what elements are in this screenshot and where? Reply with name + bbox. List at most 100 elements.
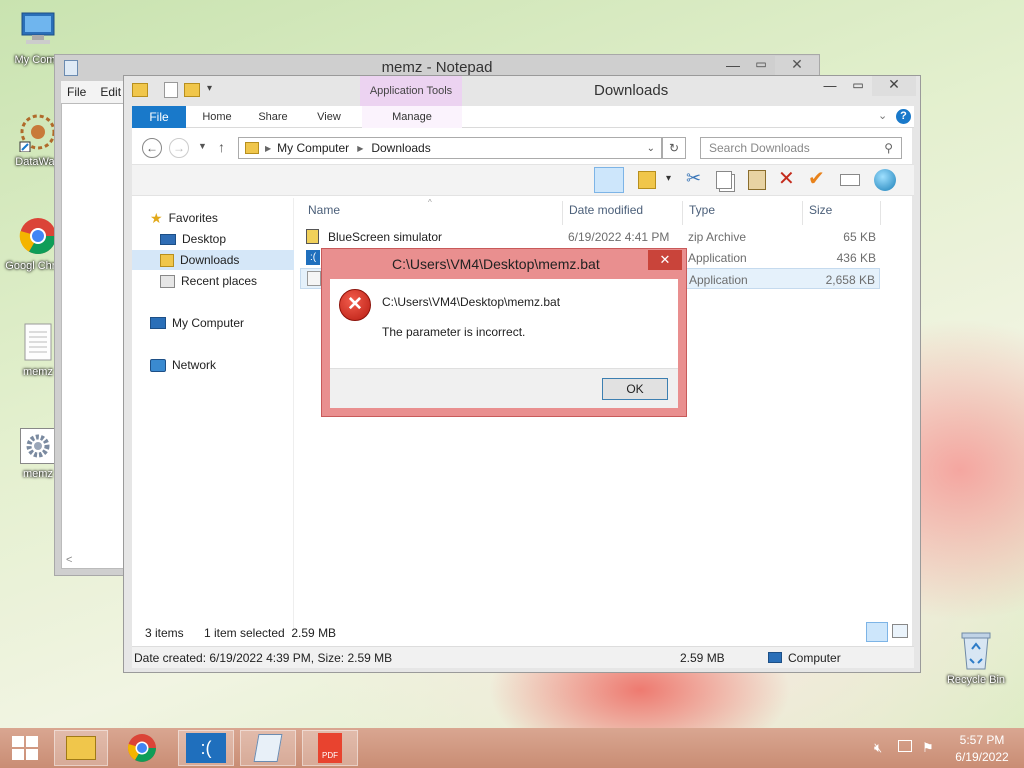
desktop-icon-recycle-bin[interactable]: Recycle Bin bbox=[938, 630, 1014, 686]
paste-icon[interactable] bbox=[748, 170, 766, 190]
nav-favorites[interactable]: ★ Favorites bbox=[150, 208, 218, 228]
nav-label: Network bbox=[172, 358, 217, 372]
datawag-icon bbox=[18, 112, 58, 152]
text-file-icon bbox=[18, 322, 58, 362]
tab-share[interactable]: Share bbox=[248, 106, 298, 128]
file-type: Application bbox=[688, 251, 747, 265]
tab-home[interactable]: Home bbox=[192, 106, 242, 128]
notepad-maximize-button[interactable]: ▭ bbox=[749, 57, 773, 75]
file-size: 436 KB bbox=[836, 251, 876, 265]
explorer-titlebar[interactable]: ▾ Application Tools Downloads — ▭ ✕ bbox=[124, 76, 920, 106]
address-dropdown-icon[interactable]: ⌄ bbox=[647, 143, 655, 154]
details-size: 2.59 MB bbox=[680, 651, 725, 665]
explorer-close-button[interactable]: ✕ bbox=[872, 76, 916, 96]
start-button[interactable] bbox=[0, 730, 50, 766]
dialog-body: ✕ C:\Users\VM4\Desktop\memz.bat The para… bbox=[330, 279, 678, 408]
copy-icon[interactable] bbox=[716, 171, 732, 189]
address-bar[interactable]: ▶ My Computer ▶ Downloads ⌄ bbox=[238, 137, 662, 159]
nav-my-computer[interactable]: My Computer bbox=[150, 313, 244, 333]
quick-access-new-folder-icon[interactable] bbox=[184, 83, 200, 97]
taskbar-notepad[interactable] bbox=[240, 730, 296, 766]
computer-icon bbox=[18, 10, 58, 50]
desktop-folder-icon bbox=[160, 233, 176, 245]
status-selection: 1 item selected 2.59 MB bbox=[204, 626, 337, 640]
column-header-type[interactable]: Type bbox=[689, 203, 715, 217]
taskbar-bluescreen[interactable]: :( bbox=[178, 730, 234, 766]
refresh-button[interactable]: ↻ bbox=[662, 137, 686, 159]
dialog-close-button[interactable]: ✕ bbox=[648, 250, 682, 270]
breadcrumb-separator-icon: ▶ bbox=[357, 143, 364, 153]
taskbar-file-explorer[interactable] bbox=[54, 730, 108, 766]
file-type: zip Archive bbox=[688, 230, 747, 244]
clock-date[interactable]: 6/19/2022 bbox=[950, 750, 1014, 764]
details-view-button[interactable] bbox=[866, 622, 888, 642]
column-header-size[interactable]: Size bbox=[809, 203, 832, 217]
error-dialog[interactable]: C:\Users\VM4\Desktop\memz.bat ✕ ✕ C:\Use… bbox=[321, 248, 687, 417]
notepad-minimize-button[interactable]: — bbox=[721, 57, 745, 75]
recent-locations-dropdown-icon[interactable]: ▼ bbox=[198, 141, 207, 151]
column-header-date-modified[interactable]: Date modified bbox=[569, 203, 643, 217]
delete-icon[interactable]: ✕ bbox=[778, 166, 795, 191]
column-divider bbox=[562, 201, 563, 225]
clock-time[interactable]: 5:57 PM bbox=[958, 733, 1006, 747]
dialog-title: C:\Users\VM4\Desktop\memz.bat bbox=[392, 256, 600, 272]
nav-network[interactable]: Network bbox=[150, 355, 216, 375]
nav-recent-places[interactable]: Recent places bbox=[160, 271, 257, 291]
notepad-menu-edit[interactable]: Edit bbox=[100, 85, 121, 99]
action-center-flag-icon[interactable]: ⚑ bbox=[922, 740, 934, 756]
quick-access-properties-icon[interactable] bbox=[164, 82, 178, 98]
taskbar-pdf[interactable]: PDF bbox=[302, 730, 358, 766]
network-tray-icon[interactable] bbox=[898, 740, 912, 752]
status-item-count: 3 items bbox=[145, 626, 184, 640]
folder-icon bbox=[66, 736, 96, 760]
large-icons-view-button[interactable] bbox=[892, 624, 908, 638]
gear-file-icon bbox=[20, 428, 56, 464]
ribbon-expand-icon[interactable]: ⌄ bbox=[878, 109, 887, 122]
sort-arrow-icon: ^ bbox=[428, 198, 432, 207]
forward-button[interactable]: → bbox=[169, 138, 189, 158]
back-button[interactable]: ← bbox=[142, 138, 162, 158]
explorer-minimize-button[interactable]: — bbox=[818, 78, 842, 98]
details-created: Date created: 6/19/2022 4:39 PM, Size: 2… bbox=[134, 651, 393, 665]
tab-file[interactable]: File bbox=[132, 106, 186, 128]
column-divider bbox=[802, 201, 803, 225]
help-icon[interactable]: ? bbox=[896, 109, 911, 124]
up-button[interactable]: ↑ bbox=[218, 139, 225, 155]
ribbon-tabs: File Home Share View Manage ⌄ ? bbox=[132, 106, 914, 128]
tab-manage[interactable]: Manage bbox=[362, 106, 462, 128]
toolbar-dropdown-icon[interactable]: ▾ bbox=[666, 173, 671, 184]
nav-desktop[interactable]: Desktop bbox=[160, 229, 226, 249]
globe-icon[interactable] bbox=[874, 169, 896, 191]
notepad-menu-file[interactable]: File bbox=[67, 85, 86, 99]
volume-muted-icon[interactable]: 🔇︎ bbox=[874, 740, 882, 756]
select-icon[interactable] bbox=[840, 174, 860, 186]
quick-access-dropdown-icon[interactable]: ▾ bbox=[207, 83, 212, 94]
search-placeholder: Search Downloads bbox=[709, 141, 810, 155]
nav-label: Favorites bbox=[168, 211, 218, 225]
search-box[interactable]: Search Downloads ⚲ bbox=[700, 137, 902, 159]
ok-button[interactable]: OK bbox=[602, 378, 668, 400]
file-row[interactable]: BlueScreen simulator 6/19/2022 4:41 PM z… bbox=[300, 226, 880, 247]
notepad-close-button[interactable]: ✕ bbox=[775, 56, 819, 76]
explorer-maximize-button[interactable]: ▭ bbox=[846, 78, 870, 98]
quick-access-folder-icon[interactable] bbox=[132, 83, 148, 97]
tab-view[interactable]: View bbox=[304, 106, 354, 128]
notepad-scroll-left-button[interactable]: < bbox=[66, 554, 72, 566]
breadcrumb-downloads[interactable]: Downloads bbox=[371, 141, 430, 155]
rename-check-icon[interactable]: ✔ bbox=[808, 166, 825, 191]
search-icon: ⚲ bbox=[884, 141, 893, 155]
column-header-name[interactable]: Name bbox=[308, 203, 340, 217]
properties-folder-icon[interactable] bbox=[638, 171, 656, 189]
nav-downloads[interactable]: Downloads bbox=[132, 250, 294, 270]
preview-pane-button[interactable] bbox=[594, 167, 624, 193]
dialog-message: The parameter is incorrect. bbox=[382, 325, 526, 339]
network-icon bbox=[150, 358, 166, 372]
star-icon: ★ bbox=[150, 209, 163, 226]
recycle-bin-icon bbox=[956, 630, 996, 670]
cut-icon[interactable]: ✂ bbox=[686, 168, 701, 189]
taskbar-chrome[interactable] bbox=[116, 730, 168, 766]
notepad-text-area[interactable]: < bbox=[61, 103, 125, 569]
breadcrumb-my-computer[interactable]: My Computer bbox=[277, 141, 349, 155]
taskbar: :( PDF 🔇︎ ⚑ 5:57 PM 6/19/2022 bbox=[0, 728, 1024, 768]
zip-file-icon bbox=[306, 229, 319, 244]
